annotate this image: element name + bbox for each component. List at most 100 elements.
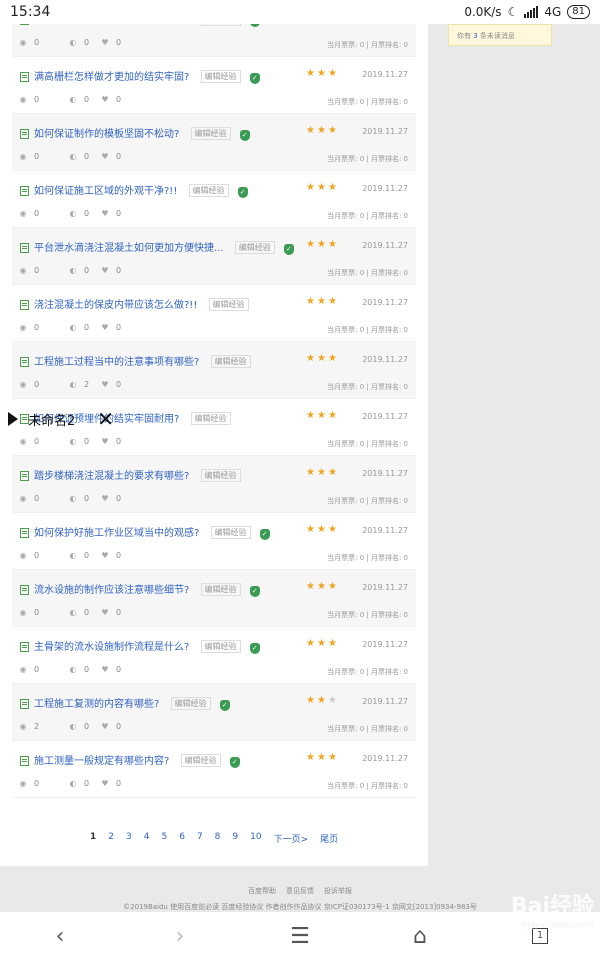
article-title[interactable]: 主骨架的流水设施制作流程是什么? 编辑经验 ✓ (34, 638, 260, 654)
forward-button[interactable]: › (160, 916, 200, 956)
list-item[interactable]: 平台泄水滴浇注混凝土如何更加方便快捷... 编辑经验 ✓ ★★★ 2019.11… (12, 228, 416, 285)
vote-count[interactable]: ◐ 0 (68, 266, 90, 275)
article-link[interactable]: 工程施工过程当中的注意事项有哪些? (34, 357, 199, 368)
page-link[interactable]: 8 (211, 830, 225, 847)
like-count[interactable]: ♥ 0 (100, 380, 121, 389)
article-link[interactable]: 溢水设施制作的细节应该注意什么? (34, 24, 189, 26)
vote-count[interactable]: ◐ 0 (68, 437, 90, 446)
list-item[interactable]: 如何保证施工区域的外观干净?!! 编辑经验 ✓ ★★★ 2019.11.27 ◉… (12, 171, 416, 228)
back-button[interactable]: ‹ (40, 916, 80, 956)
vote-count[interactable]: ◐ 0 (68, 38, 90, 47)
vote-count[interactable]: ◐ 2 (68, 380, 90, 389)
list-item[interactable]: 流水设施的制作应该注意哪些细节? 编辑经验 ✓ ★★★ 2019.11.27 ◉… (12, 570, 416, 627)
edit-tag[interactable]: 编辑经验 (200, 70, 241, 83)
list-item[interactable]: 如何保护好施工作业区域当中的观感? 编辑经验 ✓ ★★★ 2019.11.27 … (12, 513, 416, 570)
article-link[interactable]: 平台泄水滴浇注混凝土如何更加方便快捷... (34, 243, 224, 254)
page-link[interactable]: 10 (246, 830, 265, 847)
footer-link[interactable]: 百度帮助 (248, 887, 276, 895)
home-button[interactable]: ⌂ (400, 916, 440, 956)
article-link[interactable]: 满高栅栏怎样做才更加的结实牢固? (34, 72, 189, 83)
article-title[interactable]: 工程施工过程当中的注意事项有哪些? 编辑经验 (34, 353, 251, 368)
play-icon[interactable] (8, 412, 18, 426)
like-count[interactable]: ♥ 0 (100, 722, 121, 731)
article-title[interactable]: 溢水设施制作的细节应该注意什么? 编辑经验 ✓ (34, 24, 260, 27)
page-link[interactable]: 9 (228, 830, 242, 847)
edit-tag[interactable]: 编辑经验 (200, 24, 241, 26)
like-count[interactable]: ♥ 0 (100, 608, 121, 617)
list-item[interactable]: 工程施工复测的内容有哪些? 编辑经验 ✓ ★★★ 2019.11.27 ◉ 2 ◐… (12, 684, 416, 741)
article-title[interactable]: 如何保证制作的模板坚固不松动? 编辑经验 ✓ (34, 125, 250, 141)
vote-count[interactable]: ◐ 0 (68, 323, 90, 332)
edit-tag[interactable]: 编辑经验 (200, 640, 241, 653)
article-title[interactable]: 工程施工复测的内容有哪些? 编辑经验 ✓ (34, 695, 230, 711)
notice-count[interactable]: 3 (473, 32, 477, 40)
page-link[interactable]: 2 (104, 830, 118, 847)
vote-count[interactable]: ◐ 0 (68, 95, 90, 104)
edit-tag[interactable]: 编辑经验 (190, 412, 231, 425)
page-link[interactable]: 5 (157, 830, 171, 847)
like-count[interactable]: ♥ 0 (100, 152, 121, 161)
article-link[interactable]: 如何保证施工区域的外观干净?!! (34, 186, 177, 197)
unread-notice[interactable]: 你有 3 条未读消息 (448, 24, 552, 46)
article-title[interactable]: 如何保护好施工作业区域当中的观感? 编辑经验 ✓ (34, 524, 270, 540)
last-page-link[interactable]: 尾页 (316, 830, 342, 847)
list-item[interactable]: 主骨架的流水设施制作流程是什么? 编辑经验 ✓ ★★★ 2019.11.27 ◉… (12, 627, 416, 684)
edit-tag[interactable]: 编辑经验 (200, 583, 241, 596)
close-icon[interactable]: ✕ (97, 407, 114, 431)
vote-count[interactable]: ◐ 0 (68, 152, 90, 161)
page-link[interactable]: 7 (193, 830, 207, 847)
vote-count[interactable]: ◐ 0 (68, 608, 90, 617)
edit-tag[interactable]: 编辑经验 (200, 469, 241, 482)
article-link[interactable]: 流水设施的制作应该注意哪些细节? (34, 585, 189, 596)
list-item[interactable]: 踏步楼梯浇注混凝土的要求有哪些? 编辑经验 ★★★ 2019.11.27 ◉ 0 … (12, 456, 416, 513)
article-title[interactable]: 流水设施的制作应该注意哪些细节? 编辑经验 ✓ (34, 581, 260, 597)
list-item[interactable]: 浇注混凝土的保皮内带应该怎么做?!! 编辑经验 ★★★ 2019.11.27 ◉… (12, 285, 416, 342)
menu-button[interactable]: ☰ (280, 916, 320, 956)
like-count[interactable]: ♥ 0 (100, 95, 121, 104)
page-link[interactable]: 1 (86, 830, 100, 847)
edit-tag[interactable]: 编辑经验 (210, 526, 251, 539)
edit-tag[interactable]: 编辑经验 (188, 184, 229, 197)
edit-tag[interactable]: 编辑经验 (180, 754, 221, 767)
vote-count[interactable]: ◐ 0 (68, 494, 90, 503)
article-link[interactable]: 踏步楼梯浇注混凝土的要求有哪些? (34, 471, 189, 482)
like-count[interactable]: ♥ 0 (100, 665, 121, 674)
article-link[interactable]: 主骨架的流水设施制作流程是什么? (34, 642, 189, 653)
like-count[interactable]: ♥ 0 (100, 779, 121, 788)
article-link[interactable]: 工程施工复测的内容有哪些? (34, 699, 159, 710)
edit-tag[interactable]: 编辑经验 (170, 697, 211, 710)
footer-link[interactable]: 意见反馈 (286, 887, 314, 895)
like-count[interactable]: ♥ 0 (100, 551, 121, 560)
list-item[interactable]: 施工测量一般规定有哪些内容? 编辑经验 ✓ ★★★ 2019.11.27 ◉ 0 … (12, 741, 416, 798)
edit-tag[interactable]: 编辑经验 (208, 298, 249, 311)
article-title[interactable]: 浇注混凝土的保皮内带应该怎么做?!! 编辑经验 (34, 296, 249, 311)
like-count[interactable]: ♥ 0 (100, 209, 121, 218)
article-title[interactable]: 踏步楼梯浇注混凝土的要求有哪些? 编辑经验 (34, 467, 241, 482)
vote-count[interactable]: ◐ 0 (68, 722, 90, 731)
article-link[interactable]: 施工测量一般规定有哪些内容? (34, 756, 169, 767)
list-item[interactable]: 如何保证制作的模板坚固不松动? 编辑经验 ✓ ★★★ 2019.11.27 ◉ 0… (12, 114, 416, 171)
article-link[interactable]: 如何保证制作的模板坚固不松动? (34, 129, 179, 140)
like-count[interactable]: ♥ 0 (100, 437, 121, 446)
page-link[interactable]: 6 (175, 830, 189, 847)
like-count[interactable]: ♥ 0 (100, 38, 121, 47)
like-count[interactable]: ♥ 0 (100, 266, 121, 275)
edit-tag[interactable]: 编辑经验 (210, 355, 251, 368)
edit-tag[interactable]: 编辑经验 (234, 241, 275, 254)
list-item[interactable]: 满高栅栏怎样做才更加的结实牢固? 编辑经验 ✓ ★★★ 2019.11.27 ◉… (12, 57, 416, 114)
footer-link[interactable]: 投诉举报 (324, 887, 352, 895)
vote-count[interactable]: ◐ 0 (68, 665, 90, 674)
vote-count[interactable]: ◐ 0 (68, 551, 90, 560)
like-count[interactable]: ♥ 0 (100, 494, 121, 503)
article-title[interactable]: 满高栅栏怎样做才更加的结实牢固? 编辑经验 ✓ (34, 68, 260, 84)
vote-count[interactable]: ◐ 0 (68, 779, 90, 788)
article-title[interactable]: 如何保证施工区域的外观干净?!! 编辑经验 ✓ (34, 182, 248, 198)
like-count[interactable]: ♥ 0 (100, 323, 121, 332)
list-item[interactable]: 工程施工过程当中的注意事项有哪些? 编辑经验 ★★★ 2019.11.27 ◉ 0… (12, 342, 416, 399)
article-title[interactable]: 平台泄水滴浇注混凝土如何更加方便快捷... 编辑经验 ✓ (34, 239, 294, 255)
next-page-link[interactable]: 下一页> (270, 830, 313, 847)
page-link[interactable]: 3 (122, 830, 136, 847)
article-link[interactable]: 浇注混凝土的保皮内带应该怎么做?!! (34, 300, 197, 311)
list-item[interactable]: 溢水设施制作的细节应该注意什么? 编辑经验 ✓ ★★★ 2019.11.28 ◉… (12, 24, 416, 57)
article-link[interactable]: 如何保护好施工作业区域当中的观感? (34, 528, 199, 539)
